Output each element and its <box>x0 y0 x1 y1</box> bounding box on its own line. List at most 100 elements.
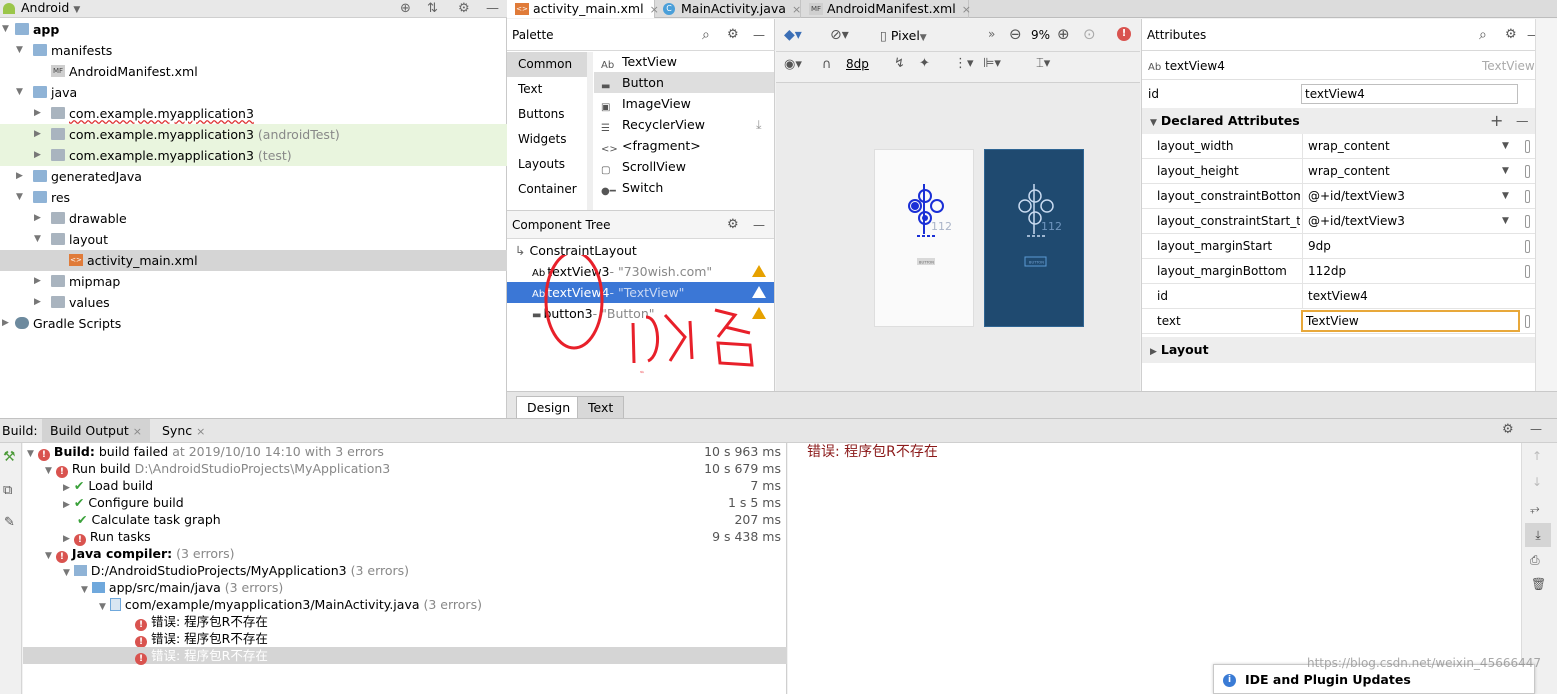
chevron-down-icon[interactable]: ▼ <box>1502 159 1509 184</box>
palette-category-container[interactable]: Container <box>507 177 587 202</box>
zoom-fit-icon[interactable]: ⊙ <box>1083 25 1096 43</box>
palette-item-textview[interactable]: Ab TextView <box>594 51 774 72</box>
tab-activity-main[interactable]: <> activity_main.xml × <box>507 0 659 18</box>
palette-category-buttons[interactable]: Buttons <box>507 102 587 127</box>
attribute-row[interactable]: layout_marginStart 9dp <box>1142 234 1536 259</box>
tree-item-manifests[interactable]: ▼ manifests <box>0 40 507 61</box>
palette-item-scrollview[interactable]: ▢ ScrollView <box>594 156 774 177</box>
tab-androidmanifest[interactable]: MF AndroidManifest.xml × <box>801 0 971 18</box>
tab-text[interactable]: Text <box>577 396 625 418</box>
attribute-row[interactable]: id textView4 <box>1142 284 1536 309</box>
gear-icon[interactable]: ⚙ <box>1505 19 1517 51</box>
build-row[interactable]: ▼! Java compiler: (3 errors) <box>23 545 787 563</box>
palette-item-switch[interactable]: ●━ Switch <box>594 177 774 198</box>
tab-sync[interactable]: Sync × <box>154 419 213 443</box>
build-row[interactable]: ▼! Build: build failed at 2019/10/10 14:1… <box>23 443 787 461</box>
default-margin-selector[interactable]: 8dp <box>846 57 869 71</box>
download-icon[interactable]: ⤓ <box>756 114 762 135</box>
zoom-in-icon[interactable]: ⊕ <box>1057 25 1070 43</box>
gear-icon[interactable]: ⚙ <box>727 19 739 51</box>
tree-item-generatedjava[interactable]: ▶ generatedJava <box>0 166 507 187</box>
hide-icon[interactable]: — <box>753 19 765 51</box>
notification-ide-updates[interactable]: i IDE and Plugin Updates https://blog.cs… <box>1213 656 1541 694</box>
guidelines-icon[interactable]: ⌶▾ <box>1036 56 1050 71</box>
build-row-error-selected[interactable]: ! 错误: 程序包R不存在 <box>23 647 787 665</box>
close-icon[interactable]: × <box>196 425 205 438</box>
tree-item-app[interactable]: ▼ app <box>0 19 507 40</box>
palette-item-recyclerview[interactable]: ☰ RecyclerView ⤓ <box>594 114 774 135</box>
error-icon[interactable]: ! <box>1117 27 1131 41</box>
build-row[interactable]: ▶ ✔ Load build 7 ms <box>23 477 787 494</box>
design-preview[interactable]: 112 BUTTON <box>874 149 974 327</box>
tree-item-java[interactable]: ▼ java <box>0 82 507 103</box>
close-icon[interactable]: × <box>133 425 142 438</box>
align-icon[interactable]: ⊫▾ <box>983 56 1001 71</box>
attribute-value[interactable]: @+id/textView3 <box>1302 209 1536 234</box>
pack-icon[interactable]: ⋮▾ <box>954 56 974 71</box>
resource-picker-icon[interactable] <box>1525 190 1530 203</box>
resource-picker-icon[interactable] <box>1525 265 1530 278</box>
magnet-icon[interactable]: ∩ <box>822 57 832 72</box>
layout-section-header[interactable]: ▶ Layout <box>1142 337 1536 363</box>
tab-mainactivity[interactable]: C MainActivity.java × <box>655 0 801 18</box>
attribute-row-text[interactable]: text <box>1142 309 1536 334</box>
hide-icon[interactable]: — <box>486 1 499 16</box>
palette-category-layouts[interactable]: Layouts <box>507 152 587 177</box>
palette-category-text[interactable]: Text <box>507 77 587 102</box>
resource-picker-icon[interactable] <box>1525 140 1530 153</box>
hide-icon[interactable]: — <box>753 211 765 239</box>
palette-category-common[interactable]: Common <box>507 52 587 77</box>
locate-icon[interactable]: ⊕ <box>400 1 411 16</box>
attribute-value[interactable]: wrap_content <box>1302 159 1536 184</box>
attribute-row[interactable]: layout_constraintBottom_toBottomOf@+id/t… <box>1142 184 1536 209</box>
text-field[interactable] <box>1301 310 1520 332</box>
print-icon[interactable]: ⎙ <box>1530 553 1540 568</box>
resource-picker-icon[interactable] <box>1525 240 1530 253</box>
resource-picker-icon[interactable] <box>1525 315 1530 328</box>
build-row[interactable]: ▶ ✔ Configure build 1 s 5 ms <box>23 494 787 511</box>
hide-icon[interactable]: — <box>1530 422 1542 436</box>
gear-icon[interactable]: ⚙ <box>727 211 739 239</box>
tree-item-mipmap[interactable]: ▶ mipmap <box>0 271 507 292</box>
search-icon[interactable]: ⌕ <box>1479 19 1487 51</box>
build-row[interactable]: ✔ Calculate task graph 207 ms <box>23 511 787 528</box>
resource-picker-icon[interactable] <box>1525 215 1530 228</box>
add-icon[interactable]: + <box>1490 108 1503 134</box>
remove-icon[interactable]: — <box>1516 108 1529 134</box>
tree-item-package-androidtest[interactable]: ▶ com.example.myapplication3 (androidTest… <box>0 124 507 145</box>
close-icon[interactable]: × <box>792 3 801 16</box>
pin-icon[interactable]: ✎ <box>4 515 15 530</box>
build-row[interactable]: ▼ app/src/main/java (3 errors) <box>23 579 787 596</box>
orientation-icon[interactable]: ⊘▾ <box>830 27 849 43</box>
attribute-row[interactable]: layout_width wrap_content ▼ <box>1142 134 1536 159</box>
tree-item-androidmanifest[interactable]: MF AndroidManifest.xml <box>0 61 507 82</box>
build-row[interactable]: ▼! Run build D:\AndroidStudioProjects\MyA… <box>23 460 787 478</box>
build-row[interactable]: ▼ D:/AndroidStudioProjects/MyApplication3… <box>23 562 787 579</box>
tree-item-values[interactable]: ▶ values <box>0 292 507 313</box>
collapse-icon[interactable]: ⇅ <box>427 1 438 16</box>
attribute-value[interactable]: textView4 <box>1302 284 1536 309</box>
tree-item-activity-main[interactable]: <> activity_main.xml <box>0 250 507 271</box>
device-selector[interactable]: ▯ Pixel▼ <box>880 28 927 43</box>
scroll-to-end-icon[interactable]: ⤓ <box>1525 523 1551 547</box>
tree-item-res[interactable]: ▼ res <box>0 187 507 208</box>
resource-picker-icon[interactable] <box>1525 165 1530 178</box>
tab-build-output[interactable]: Build Output × <box>42 419 150 443</box>
palette-scrollbar[interactable] <box>587 52 593 210</box>
infer-constraints-icon[interactable]: ✦ <box>919 56 930 71</box>
zoom-out-icon[interactable]: ⊖ <box>1009 25 1022 43</box>
attribute-value[interactable]: 112dp <box>1302 259 1536 284</box>
attribute-value[interactable]: @+id/textView3 <box>1302 184 1536 209</box>
arrow-up-icon[interactable]: ↑ <box>1532 449 1542 463</box>
tree-item-package-main[interactable]: ▶ com.example.myapplication3 <box>0 103 507 124</box>
gear-icon[interactable]: ⚙ <box>458 1 470 16</box>
search-icon[interactable]: ⌕ <box>702 19 710 51</box>
attribute-row[interactable]: layout_height wrap_content ▼ <box>1142 159 1536 184</box>
tree-item-drawable[interactable]: ▶ drawable <box>0 208 507 229</box>
close-icon[interactable]: × <box>962 3 971 16</box>
id-field[interactable] <box>1301 84 1518 104</box>
tree-item-layout[interactable]: ▼ layout <box>0 229 507 250</box>
palette-category-widgets[interactable]: Widgets <box>507 127 587 152</box>
build-row[interactable]: ▼ com/example/myapplication3/MainActivity… <box>23 596 787 613</box>
chevron-down-icon[interactable]: ▼ <box>1502 184 1509 209</box>
